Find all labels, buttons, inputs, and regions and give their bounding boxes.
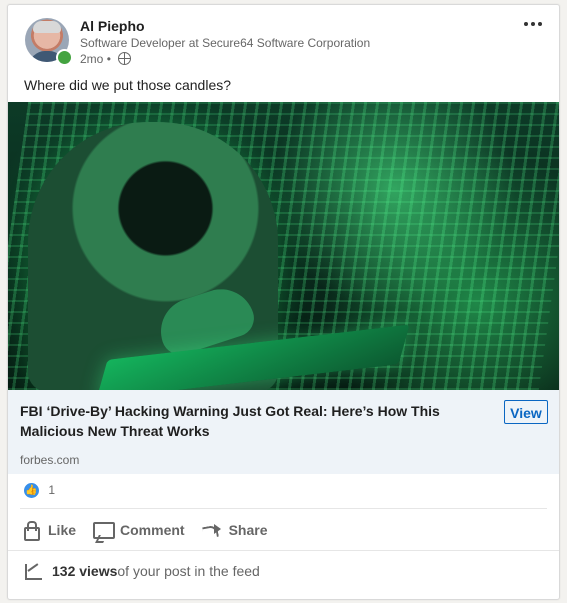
post-analytics[interactable]: 132 views of your post in the feed <box>24 563 260 580</box>
view-button[interactable]: View <box>504 400 548 424</box>
share-label: Share <box>228 522 268 538</box>
views-divider <box>8 550 559 551</box>
more-dot <box>524 22 528 26</box>
article-link-preview[interactable]: FBI ‘Drive-By’ Hacking Warning Just Got … <box>8 390 559 474</box>
article-domain: forbes.com <box>20 453 80 467</box>
like-button[interactable]: Like <box>20 516 76 544</box>
reaction-count: 1 <box>48 483 56 497</box>
article-image[interactable] <box>8 102 559 390</box>
avatar-hair <box>33 21 61 33</box>
meta-separator: • <box>106 52 111 66</box>
post-header: Al Piepho Software Developer at Secure64… <box>8 5 559 75</box>
reactions-summary[interactable]: 👍 1 <box>24 483 55 503</box>
like-icon: 👍 <box>24 483 39 499</box>
author-name[interactable]: Al Piepho <box>80 18 145 34</box>
author-headline: Software Developer at Secure64 Software … <box>80 36 371 50</box>
article-title[interactable]: FBI ‘Drive-By’ Hacking Warning Just Got … <box>20 401 468 441</box>
post-actions: Like Comment Share <box>20 516 284 544</box>
more-dot <box>531 22 535 26</box>
share-icon <box>201 520 223 540</box>
post-time: 2mo <box>80 52 104 66</box>
share-button[interactable]: Share <box>201 516 268 544</box>
globe-icon <box>118 52 132 65</box>
views-count: 132 views <box>52 563 118 579</box>
like-label: Like <box>48 522 77 538</box>
online-status-dot <box>56 49 73 66</box>
actions-divider <box>20 508 547 509</box>
post-text: Where did we put those candles? <box>24 77 232 93</box>
feed-post-card: Al Piepho Software Developer at Secure64… <box>7 4 560 600</box>
more-horizontal-icon[interactable] <box>521 18 545 30</box>
comment-icon <box>92 520 116 540</box>
comment-label: Comment <box>120 522 185 538</box>
post-meta: 2mo • <box>80 52 132 66</box>
analytics-icon <box>24 563 42 580</box>
comment-button[interactable]: Comment <box>92 516 185 544</box>
more-dot <box>538 22 542 26</box>
views-suffix: of your post in the feed <box>117 563 260 579</box>
thumb-up-icon <box>20 520 42 541</box>
